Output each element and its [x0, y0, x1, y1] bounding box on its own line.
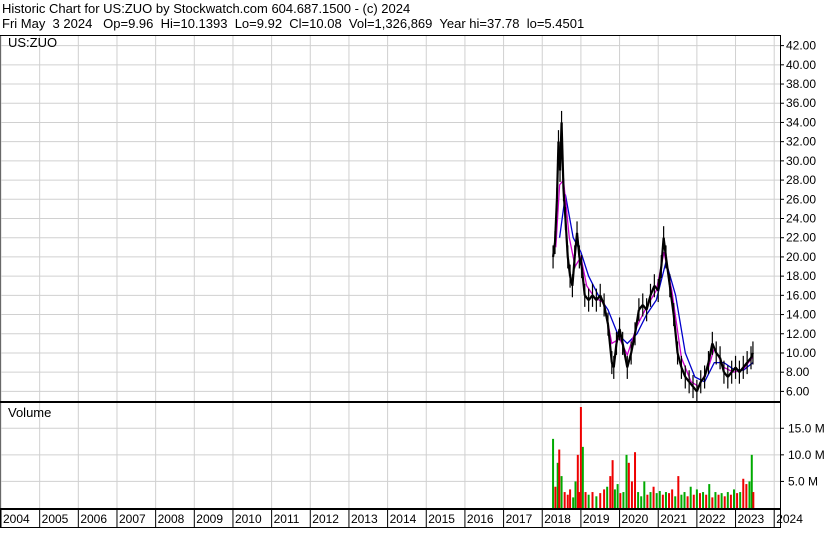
x-tick-label: 2015 — [428, 512, 455, 526]
price-tick-label: 6.00 — [786, 384, 810, 398]
x-tick-label: 2004 — [3, 512, 30, 526]
volume-panel-frame — [0, 402, 781, 509]
price-tick-label: 14.00 — [786, 308, 816, 322]
price-tick-label: 22.00 — [786, 231, 816, 245]
x-tick-label: 2021 — [660, 512, 687, 526]
volume-tick-label: 10.0 M — [788, 448, 825, 462]
volume-tick-label: 5.0 M — [788, 474, 818, 488]
x-tick-label: 2022 — [699, 512, 726, 526]
x-tick-label: 2017 — [506, 512, 533, 526]
price-tick-label: 20.00 — [786, 250, 816, 264]
x-tick-label: 2012 — [312, 512, 339, 526]
volume-tick-label: 15.0 M — [788, 421, 825, 435]
price-tick-label: 26.00 — [786, 192, 816, 206]
x-tick-label: 2014 — [390, 512, 417, 526]
x-tick-label: 2024 — [776, 512, 803, 526]
price-tick-label: 32.00 — [786, 135, 816, 149]
price-tick-label: 42.00 — [786, 39, 816, 53]
x-tick-label: 2023 — [738, 512, 765, 526]
price-tick-label: 8.00 — [786, 365, 810, 379]
price-segment — [621, 343, 629, 368]
price-tick-label: 34.00 — [786, 115, 816, 129]
x-tick-label: 2011 — [274, 512, 300, 526]
x-tick-label: 2018 — [544, 512, 571, 526]
x-tick-label: 2010 — [235, 512, 262, 526]
price-tick-label: 40.00 — [786, 58, 816, 72]
x-tick-label: 2019 — [583, 512, 610, 526]
x-tick-label: 2005 — [42, 512, 69, 526]
price-tick-label: 10.00 — [786, 346, 816, 360]
price-tick-label: 16.00 — [786, 288, 816, 302]
x-tick-label: 2013 — [351, 512, 378, 526]
price-tick-label: 30.00 — [786, 154, 816, 168]
x-tick-label: 2008 — [158, 512, 185, 526]
price-tick-label: 24.00 — [786, 212, 816, 226]
volume-label: Volume — [8, 405, 51, 420]
stock-chart: 2004 2005 2006 2007 2008 2009 2010 2011 2012 2013… — [0, 35, 825, 528]
x-tick-label: 2016 — [467, 512, 494, 526]
price-tick-label: 38.00 — [786, 77, 816, 91]
price-tick-label: 18.00 — [786, 269, 816, 283]
x-tick-label: 2020 — [622, 512, 649, 526]
x-tick-label: 2007 — [119, 512, 146, 526]
symbol-label: US:ZUO — [8, 35, 57, 50]
x-tick-label: 2009 — [196, 512, 223, 526]
x-tick-label: 2006 — [80, 512, 107, 526]
price-tick-label: 28.00 — [786, 173, 816, 187]
price-tick-label: 12.00 — [786, 327, 816, 341]
price-tick-label: 36.00 — [786, 96, 816, 110]
